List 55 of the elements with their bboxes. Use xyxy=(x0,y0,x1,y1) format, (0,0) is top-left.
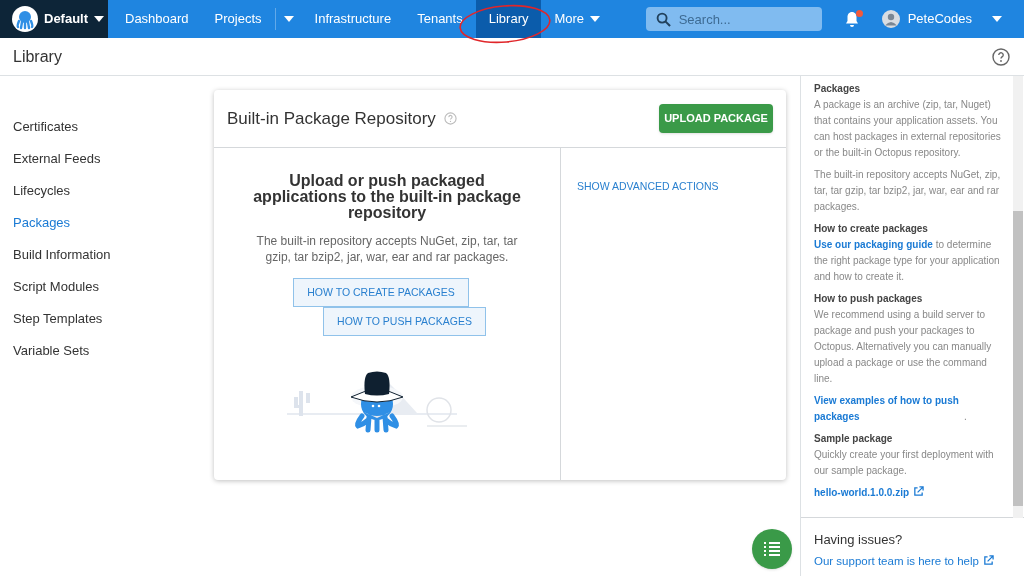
scrollbar[interactable] xyxy=(1013,76,1023,518)
advanced-actions-link[interactable]: SHOW ADVANCED ACTIONS xyxy=(577,180,719,192)
nav-tab[interactable]: More xyxy=(541,0,614,38)
empty-state-heading: Upload or push packaged applications to the built-in package repository xyxy=(252,173,522,221)
help-icon[interactable] xyxy=(992,47,1010,66)
list-icon xyxy=(764,542,780,556)
support-link[interactable]: Our support team is here to help xyxy=(814,552,1024,570)
bell-icon xyxy=(843,10,860,28)
nav-tab[interactable]: Library xyxy=(475,0,542,38)
upload-package-button[interactable]: UPLOAD PACKAGE xyxy=(659,104,773,133)
help-link[interactable]: Use our packaging guide xyxy=(814,239,933,250)
user-menu[interactable]: PeteCodes xyxy=(881,0,1024,38)
sidebar-item[interactable]: Lifecycles xyxy=(0,175,200,207)
task-list-button[interactable] xyxy=(752,529,792,569)
help-paragraph: Quickly create your first deployment with our sample package. xyxy=(814,448,995,478)
card-title: Built-in Package Repository xyxy=(227,107,436,130)
sidebar-item[interactable]: Script Modules xyxy=(0,271,200,303)
avatar-icon xyxy=(881,10,900,28)
guide-button[interactable]: HOW TO CREATE PACKAGES xyxy=(293,278,469,307)
help-paragraph: We recommend using a build server to package and push your packages to Octopus. Alternatively you can manually upload a package or use the command line. xyxy=(814,308,993,386)
page-title: Library xyxy=(13,46,62,67)
help-paragraph: Use our packaging guide to determine the right package type for your application and how to create it. xyxy=(814,238,1001,284)
caret-icon xyxy=(283,16,294,22)
sidebar-item[interactable]: Variable Sets xyxy=(0,335,200,367)
help-link[interactable]: hello-world.1.0.0.zip xyxy=(814,485,1004,501)
help-section-title: Sample package xyxy=(814,432,894,446)
help-paragraph: A package is an archive (zip, tar, Nuget) that contains your application assets. You can host packages in external repositories or the built-in Octopus repository. xyxy=(814,98,1002,160)
help-section-title: How to create packages xyxy=(814,222,929,236)
guide-button[interactable]: HOW TO PUSH PACKAGES xyxy=(323,307,486,336)
octopus-logo-icon xyxy=(12,6,38,32)
nav-tab[interactable]: Tenants xyxy=(404,0,476,38)
sidebar-item[interactable]: External Feeds xyxy=(0,143,200,175)
sidebar-item[interactable]: Certificates xyxy=(0,111,200,143)
help-section-title: Packages xyxy=(814,82,862,96)
space-switcher[interactable]: Default xyxy=(0,0,108,38)
sidebar-item[interactable]: Build Information xyxy=(0,239,200,271)
search-field[interactable]: Search... xyxy=(645,7,822,31)
caret-icon xyxy=(94,16,105,22)
sidebar-item[interactable]: Packages xyxy=(0,207,200,239)
nav-tab[interactable]: Projects xyxy=(201,0,275,38)
help-paragraph: The built-in repository accepts NuGet, zip, tar, tar gzip, tar bzip2, jar, war, ear and rar packages. xyxy=(814,168,1002,214)
help-section-title: How to push packages xyxy=(814,292,924,306)
sidebar-item[interactable]: Step Templates xyxy=(0,303,200,335)
space-name: Default xyxy=(44,10,89,29)
caret-icon xyxy=(992,16,1002,22)
issues-title: Having issues? xyxy=(814,531,904,549)
external-link-icon xyxy=(982,554,994,566)
nav-tab[interactable]: Infrastructure xyxy=(301,0,405,38)
caret-icon xyxy=(590,16,601,22)
help-link[interactable]: View examples of how to push packages xyxy=(814,393,964,425)
search-icon xyxy=(655,12,671,27)
help-paragraph: View examples of how to push packages . xyxy=(814,393,1004,425)
nav-tab[interactable]: Dashboard xyxy=(112,0,202,38)
external-link-icon xyxy=(913,486,924,497)
empty-state-description: The built-in repository accepts NuGet, zip, tar, tar gzip, tar bzip2, jar, war, ear and rar packages. xyxy=(255,233,519,265)
